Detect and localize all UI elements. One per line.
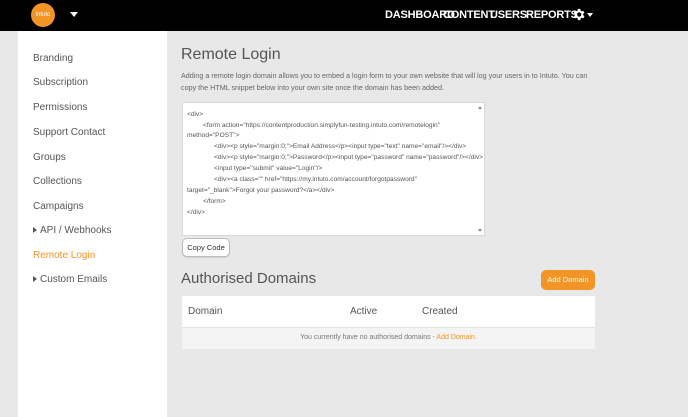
add-domain-link[interactable]: Add Domain. — [436, 334, 476, 341]
code-line: method="POST"> — [187, 132, 240, 139]
empty-state-text: You currently have no authorised domains… — [300, 334, 437, 341]
sidebar-item-groups[interactable]: Groups — [33, 152, 66, 163]
nav-users[interactable]: USERS — [490, 0, 527, 31]
sidebar-item-permissions[interactable]: Permissions — [33, 102, 87, 113]
code-line: </form> — [203, 198, 226, 205]
top-navigation-bar: intuto DASHBOARD CONTENT USERS REPORTS — [0, 0, 688, 31]
sidebar-item-support-contact[interactable]: Support Contact — [33, 127, 105, 138]
nav-reports[interactable]: REPORTS — [526, 0, 578, 31]
intuto-logo[interactable]: intuto — [31, 3, 55, 27]
sidebar-item-label: API / Webhooks — [40, 225, 112, 236]
gear-icon[interactable] — [571, 7, 586, 22]
copy-code-button[interactable]: Copy Code — [182, 238, 230, 257]
code-line: <input type="submit" value="Login"/> — [214, 165, 323, 172]
logo-text: intuto — [35, 12, 51, 18]
sidebar-item-label: Custom Emails — [40, 274, 108, 285]
table-empty-row: You currently have no authorised domains… — [182, 327, 595, 349]
page-description: Adding a remote login domain allows you … — [181, 71, 588, 92]
code-line: <form action="https://contentproduction.… — [203, 122, 441, 129]
add-domain-button[interactable]: Add Domain — [541, 270, 595, 290]
sidebar-item-branding[interactable]: Branding — [33, 53, 73, 64]
code-line: <div><p style="margin:0;">Password</p><i… — [214, 154, 483, 161]
scroll-down-arrow-icon[interactable] — [478, 229, 482, 232]
nav-content[interactable]: CONTENT — [443, 0, 495, 31]
sidebar-item-remote-login[interactable]: Remote Login — [33, 250, 95, 261]
code-line: <div> — [187, 111, 204, 118]
page-title: Remote Login — [181, 46, 281, 63]
expand-triangle-icon — [33, 276, 37, 282]
authorised-domains-title: Authorised Domains — [181, 270, 317, 287]
column-header-domain[interactable]: Domain — [188, 306, 222, 317]
sidebar-item-api-webhooks[interactable]: API / Webhooks — [33, 225, 112, 236]
code-line: <div><a class="" href="https://my.intuto… — [214, 176, 417, 183]
sidebar-item-collections[interactable]: Collections — [33, 176, 82, 187]
column-header-active[interactable]: Active — [350, 306, 377, 317]
column-header-created[interactable]: Created — [422, 306, 458, 317]
sidebar-item-custom-emails[interactable]: Custom Emails — [33, 274, 107, 285]
empty-state-message: You currently have no authorised domains… — [182, 334, 595, 341]
settings-caret-icon[interactable] — [587, 13, 593, 17]
sidebar-item-subscription[interactable]: Subscription — [33, 77, 88, 88]
expand-triangle-icon — [33, 227, 37, 233]
code-line: </div> — [187, 209, 205, 216]
authorised-domains-table: Domain Active Created You currently have… — [182, 296, 595, 349]
account-menu-caret-icon[interactable] — [70, 12, 78, 17]
code-line: <div><p style="margin:0;">Email Address<… — [214, 143, 467, 150]
code-line: target="_blank">Forgot your password?</a… — [187, 187, 335, 194]
scroll-up-arrow-icon[interactable] — [478, 106, 482, 109]
table-header: Domain Active Created — [182, 296, 595, 327]
settings-sidebar: Branding Subscription Permissions Suppor… — [18, 31, 167, 417]
sidebar-item-campaigns[interactable]: Campaigns — [33, 201, 84, 212]
html-snippet-textarea[interactable]: <div> <form action="https://contentprodu… — [182, 102, 485, 236]
